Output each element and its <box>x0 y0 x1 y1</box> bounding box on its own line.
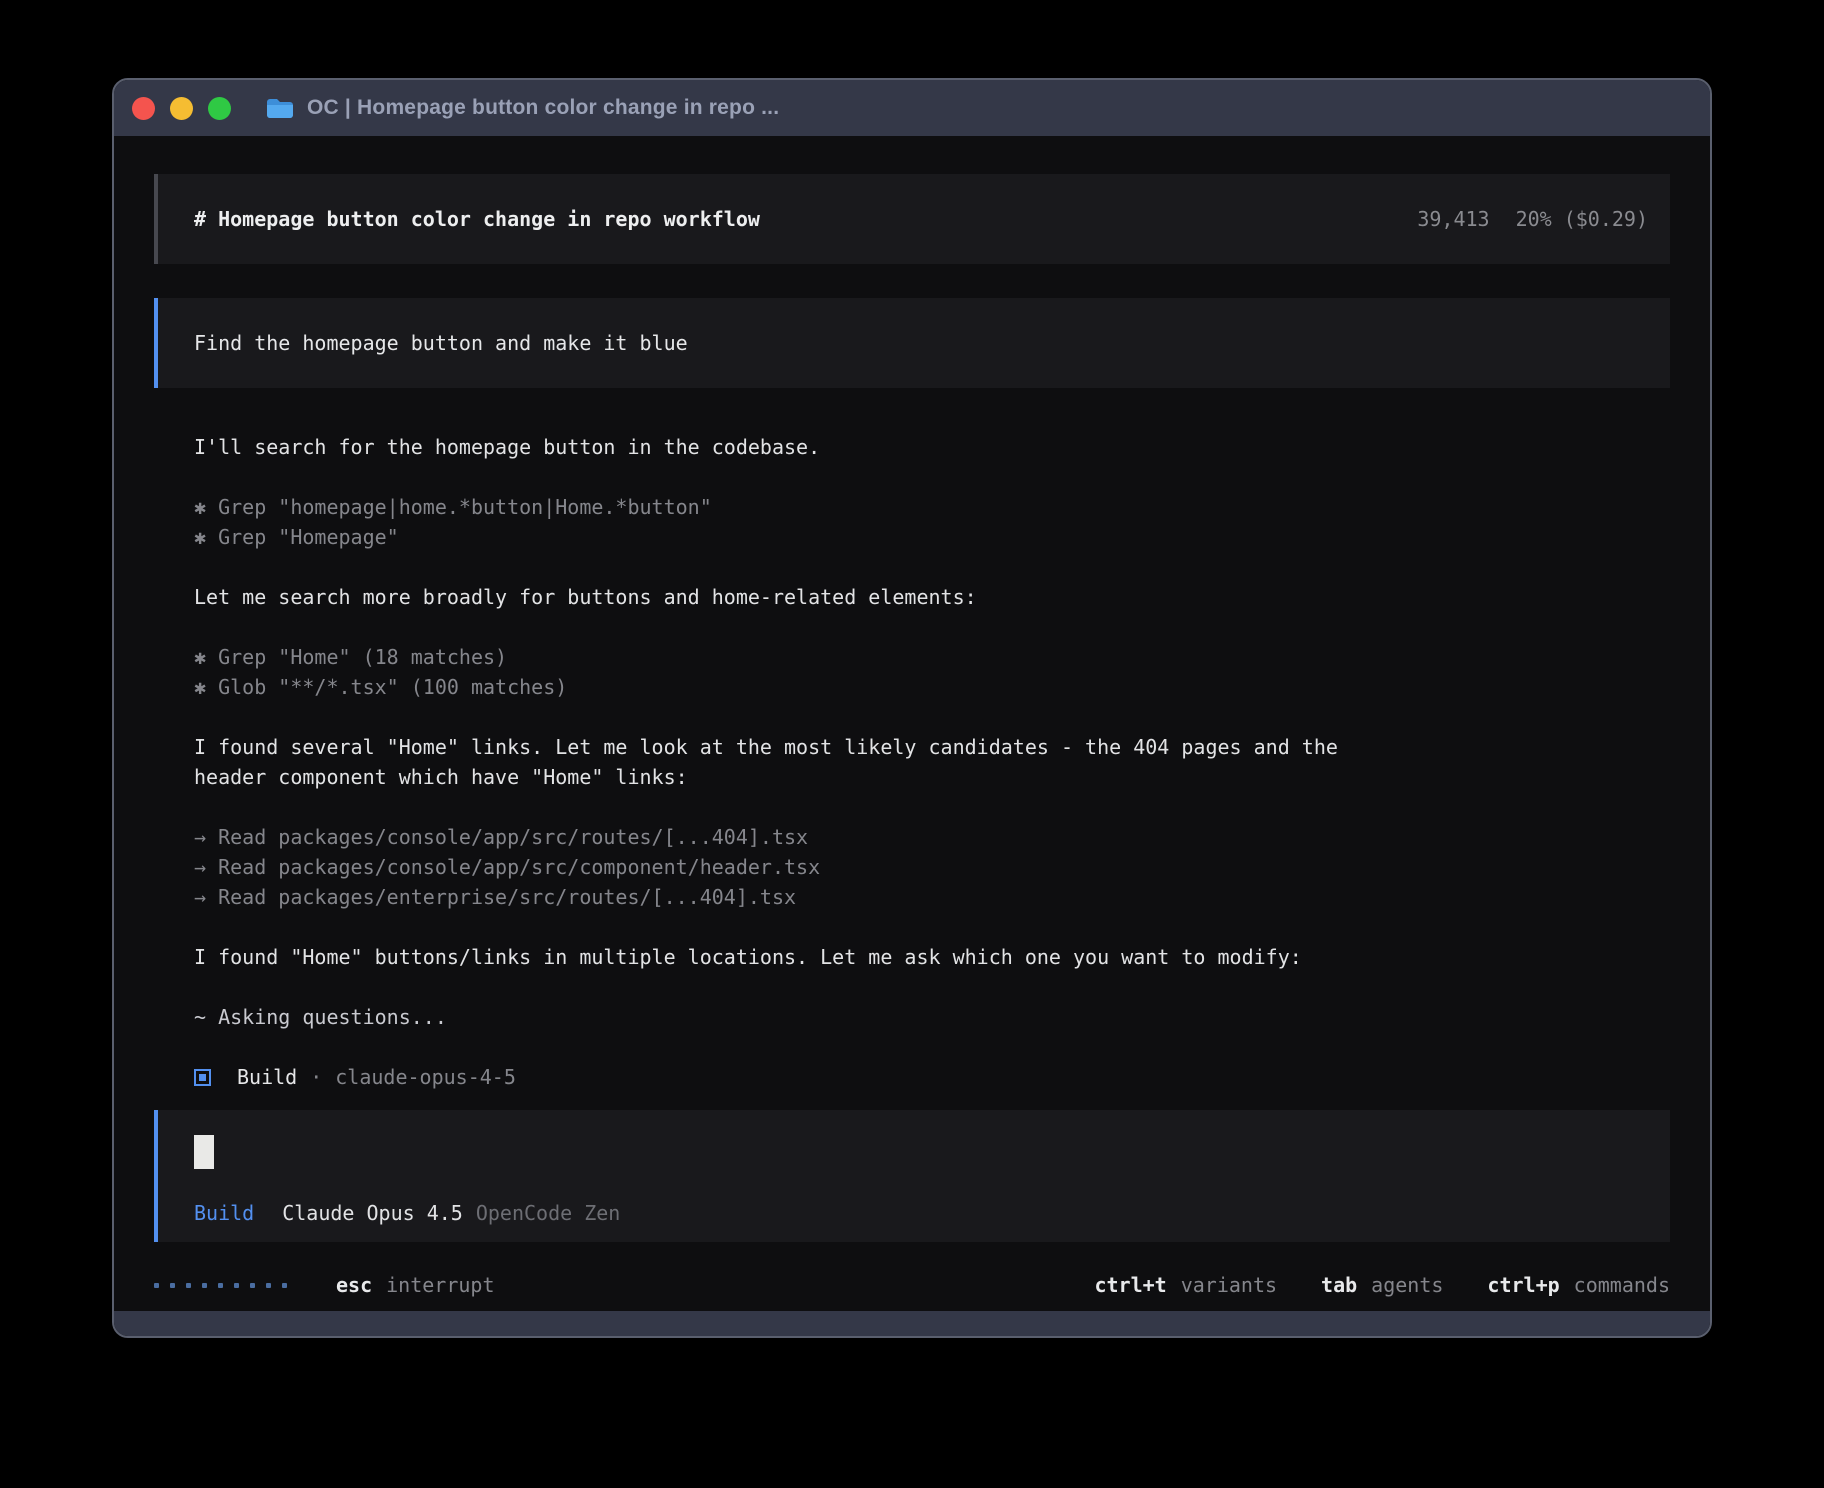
titlebar[interactable]: OC | Homepage button color change in rep… <box>114 80 1710 136</box>
context-percent: 20% <box>1516 204 1552 234</box>
shortcut-label: interrupt <box>386 1270 494 1300</box>
tool-pending-questions: ~ Asking questions... <box>194 1002 1670 1032</box>
status-bar: esc interrupt ctrl+t variants tab agents… <box>154 1268 1670 1302</box>
shortcut-agents: tab agents <box>1321 1270 1443 1300</box>
shortcut-key: ctrl+t <box>1094 1270 1166 1300</box>
terminal-content: # Homepage button color change in repo w… <box>114 136 1710 1311</box>
session-stats: 39,413 20% ($0.29) <box>1417 204 1648 234</box>
shortcut-key: esc <box>336 1270 372 1300</box>
shortcut-interrupt: esc interrupt <box>336 1270 495 1300</box>
tool-call-grep: ✱ Grep "Home" (18 matches) <box>194 642 1670 672</box>
assistant-text: Let me search more broadly for buttons a… <box>194 582 1670 612</box>
tool-call-grep: ✱ Grep "homepage|home.*button|Home.*butt… <box>194 492 1670 522</box>
assistant-text: I found several "Home" links. Let me loo… <box>194 732 1670 762</box>
text-cursor <box>194 1135 214 1169</box>
tool-call-grep: ✱ Grep "Homepage" <box>194 522 1670 552</box>
folder-icon <box>266 97 294 119</box>
shortcut-commands: ctrl+p commands <box>1487 1270 1670 1300</box>
shortcut-variants: ctrl+t variants <box>1094 1270 1277 1300</box>
user-message: Find the homepage button and make it blu… <box>154 298 1670 388</box>
tool-call-read: → Read packages/console/app/src/routes/[… <box>194 822 1670 852</box>
agent-status-line: Build · claude-opus-4-5 <box>194 1062 1670 1092</box>
session-title: # Homepage button color change in repo w… <box>194 204 760 234</box>
agent-badge-icon <box>194 1069 211 1086</box>
input-agent-label: Build <box>194 1198 254 1228</box>
tool-call-read: → Read packages/enterprise/src/routes/[.… <box>194 882 1670 912</box>
tool-call-glob: ✱ Glob "**/*.tsx" (100 matches) <box>194 672 1670 702</box>
shortcut-label: agents <box>1371 1270 1443 1300</box>
tool-call-read: → Read packages/console/app/src/componen… <box>194 852 1670 882</box>
terminal-window: OC | Homepage button color change in rep… <box>112 78 1712 1338</box>
blank-line <box>194 792 1670 822</box>
input-meta: Build Claude Opus 4.5 OpenCode Zen <box>194 1198 1670 1228</box>
user-message-text: Find the homepage button and make it blu… <box>194 328 688 358</box>
input-model-label: Claude Opus 4.5 <box>282 1198 463 1228</box>
assistant-text: I'll search for the homepage button in t… <box>194 432 1670 462</box>
prompt-input[interactable]: Build Claude Opus 4.5 OpenCode Zen <box>154 1110 1670 1242</box>
agent-name: Build <box>237 1062 297 1092</box>
shortcut-label: variants <box>1181 1270 1277 1300</box>
blank-line <box>194 1032 1670 1062</box>
spinner-dots-icon <box>154 1283 298 1288</box>
token-count: 39,413 <box>1417 204 1489 234</box>
shortcut-key: tab <box>1321 1270 1357 1300</box>
blank-line <box>194 552 1670 582</box>
agent-separator: · <box>310 1062 322 1092</box>
input-provider-label: OpenCode Zen <box>476 1198 621 1228</box>
minimize-button[interactable] <box>170 97 193 120</box>
close-button[interactable] <box>132 97 155 120</box>
blank-line <box>194 702 1670 732</box>
window-bottom-chrome <box>114 1311 1710 1336</box>
zoom-button[interactable] <box>208 97 231 120</box>
blank-line <box>194 972 1670 1002</box>
shortcut-label: commands <box>1574 1270 1670 1300</box>
status-left: esc interrupt <box>154 1270 495 1300</box>
assistant-text: I found "Home" buttons/links in multiple… <box>194 942 1670 972</box>
agent-model: claude-opus-4-5 <box>335 1062 516 1092</box>
shortcut-key: ctrl+p <box>1487 1270 1559 1300</box>
session-header: # Homepage button color change in repo w… <box>154 174 1670 264</box>
blank-line <box>194 462 1670 492</box>
status-right: ctrl+t variants tab agents ctrl+p comman… <box>1094 1270 1670 1300</box>
blank-line <box>194 612 1670 642</box>
window-title: OC | Homepage button color change in rep… <box>307 96 779 120</box>
blank-line <box>194 912 1670 942</box>
assistant-text: header component which have "Home" links… <box>194 762 1670 792</box>
assistant-transcript: I'll search for the homepage button in t… <box>154 432 1670 1092</box>
session-cost: ($0.29) <box>1564 204 1648 234</box>
